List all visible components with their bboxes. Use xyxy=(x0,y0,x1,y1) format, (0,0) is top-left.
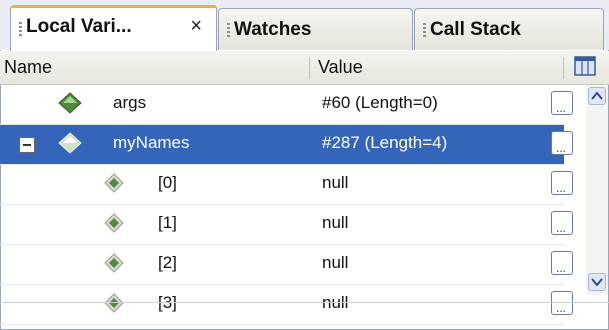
tree-row-mynames[interactable]: myNames #287 (Length=4) ... xyxy=(0,125,573,165)
variable-name: myNames xyxy=(113,133,190,152)
tree-row-element-3[interactable]: [3] null ... xyxy=(0,285,573,325)
tab-local-variables[interactable]: Local Vari... × xyxy=(10,5,217,51)
variable-name: args xyxy=(113,93,147,112)
vertical-scrollbar[interactable] xyxy=(586,85,608,295)
tree-row-element-0[interactable]: [0] null ... xyxy=(0,165,573,205)
element-diamond-icon xyxy=(104,173,124,193)
tab-watches[interactable]: Watches xyxy=(218,8,413,50)
variable-name: [2] xyxy=(158,253,177,272)
scroll-down-button[interactable] xyxy=(588,273,606,291)
column-divider[interactable] xyxy=(563,57,564,79)
column-header: Name Value xyxy=(0,51,609,85)
tree-row-element-1[interactable]: [1] null ... xyxy=(0,205,573,245)
variable-value: null xyxy=(322,253,349,272)
element-diamond-icon xyxy=(104,253,124,273)
variable-value: null xyxy=(322,213,349,232)
column-name-header[interactable]: Name xyxy=(4,57,52,78)
customize-button[interactable]: ... xyxy=(551,171,573,195)
chevron-down-icon xyxy=(591,278,603,287)
panel-bottom-divider xyxy=(0,302,609,303)
ellipsis-label: ... xyxy=(556,261,567,275)
tree-row-element-2[interactable]: [2] null ... xyxy=(0,245,573,285)
customize-button[interactable]: ... xyxy=(551,91,573,115)
ellipsis-label: ... xyxy=(556,221,567,235)
element-diamond-icon xyxy=(104,213,124,233)
variable-value: #60 (Length=0) xyxy=(322,93,438,112)
field-diamond-icon xyxy=(58,132,82,154)
customize-button[interactable]: ... xyxy=(551,131,573,155)
tab-call-stack[interactable]: Call Stack xyxy=(414,8,604,50)
tab-grip xyxy=(423,23,426,39)
ellipsis-label: ... xyxy=(556,101,567,115)
ellipsis-label: ... xyxy=(556,181,567,195)
close-icon[interactable]: × xyxy=(190,15,202,38)
customize-button[interactable]: ... xyxy=(551,251,573,275)
tree-row-args[interactable]: args #60 (Length=0) ... xyxy=(0,85,573,125)
element-diamond-icon xyxy=(104,293,124,313)
customize-button[interactable]: ... xyxy=(551,211,573,235)
column-selector-icon[interactable] xyxy=(574,56,596,76)
collapse-toggle-icon[interactable] xyxy=(19,137,35,153)
variable-value: #287 (Length=4) xyxy=(322,133,448,152)
variable-value: null xyxy=(322,293,349,312)
chevron-up-icon xyxy=(591,91,603,100)
column-value-header[interactable]: Value xyxy=(318,57,363,78)
ellipsis-label: ... xyxy=(556,141,567,155)
tab-label: Call Stack xyxy=(430,19,521,40)
variable-name: [0] xyxy=(158,173,177,192)
ellipsis-label: ... xyxy=(556,301,567,315)
scroll-up-button[interactable] xyxy=(588,87,606,105)
column-divider[interactable] xyxy=(309,57,310,79)
variable-name: [3] xyxy=(158,293,177,312)
customize-button[interactable]: ... xyxy=(551,291,573,315)
variable-value: null xyxy=(322,173,349,192)
tab-grip xyxy=(227,23,230,39)
tab-grip xyxy=(19,22,22,38)
tab-label: Local Vari... xyxy=(26,16,132,37)
field-diamond-icon xyxy=(58,92,82,114)
tab-bar: Local Vari... × Watches Call Stack xyxy=(0,0,609,51)
variable-name: [1] xyxy=(158,213,177,232)
tab-label: Watches xyxy=(234,19,312,40)
